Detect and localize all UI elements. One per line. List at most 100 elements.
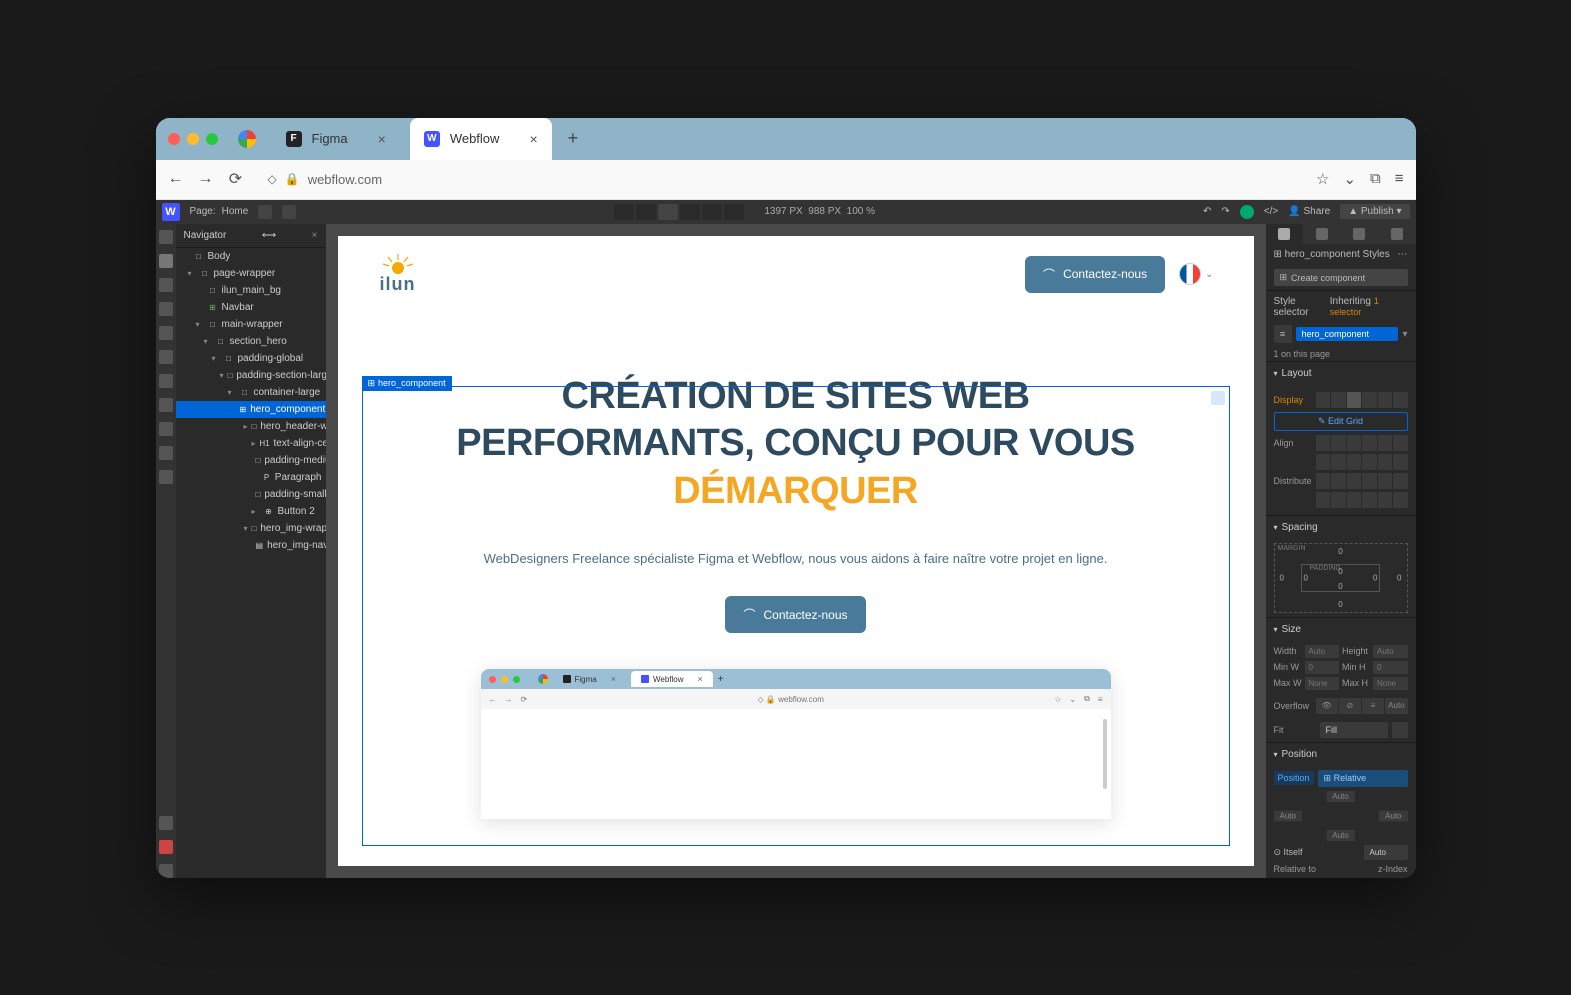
close-tab-icon[interactable]: × xyxy=(529,131,537,147)
offset-top-input[interactable]: Auto xyxy=(1326,791,1354,802)
create-component-button[interactable]: ⊞ Create component xyxy=(1274,269,1408,286)
device-desktop[interactable] xyxy=(636,204,656,220)
tree-row[interactable]: ▾□section_hero xyxy=(176,333,326,350)
justify-btn[interactable] xyxy=(1393,454,1408,470)
tab-webflow[interactable]: W Webflow × xyxy=(410,118,552,160)
justify-btn[interactable] xyxy=(1362,454,1377,470)
minh-input[interactable] xyxy=(1373,661,1408,674)
overflow-visible-button[interactable]: 👁 xyxy=(1316,698,1338,714)
grid-badge-icon[interactable] xyxy=(1211,391,1225,405)
display-inlineblock-button[interactable] xyxy=(1362,392,1377,408)
dist-btn[interactable] xyxy=(1378,473,1393,489)
close-window-button[interactable] xyxy=(168,133,180,145)
fit-position-button[interactable] xyxy=(1392,722,1408,738)
tree-row[interactable]: ▾□container-large xyxy=(176,384,326,401)
effects-tab[interactable] xyxy=(1378,224,1416,245)
redo-icon[interactable]: ↷ xyxy=(1221,206,1229,217)
comment-icon[interactable] xyxy=(258,205,272,219)
align-btn[interactable] xyxy=(1331,435,1346,451)
tree-row[interactable]: ▾□page-wrapper xyxy=(176,265,326,282)
dist-btn[interactable] xyxy=(1393,492,1408,508)
align-btn[interactable] xyxy=(1362,435,1377,451)
tree-row[interactable]: ⊞Navbar xyxy=(176,299,326,316)
position-section-header[interactable]: ▾Position xyxy=(1266,742,1416,766)
pocket-icon[interactable]: ⌄ xyxy=(1343,170,1356,188)
tree-row[interactable]: □padding-medium xyxy=(176,452,326,469)
tree-row[interactable]: ▾□padding-section-large xyxy=(176,367,326,384)
device-xl[interactable] xyxy=(614,204,634,220)
tree-row[interactable]: PParagraph xyxy=(176,469,326,486)
apps-icon[interactable] xyxy=(159,446,173,460)
close-panel-icon[interactable]: × xyxy=(312,230,318,241)
close-tab-icon[interactable]: × xyxy=(378,131,386,147)
spacing-box-model[interactable]: MARGIN PADDING 0 0 0 0 0 0 0 0 xyxy=(1274,543,1408,612)
dist-btn[interactable] xyxy=(1316,492,1331,508)
fit-select[interactable]: Fill xyxy=(1320,722,1388,738)
overflow-hidden-button[interactable]: ⊘ xyxy=(1339,698,1361,714)
video-icon[interactable] xyxy=(159,840,173,854)
more-icon[interactable]: ⋯ xyxy=(1398,249,1408,260)
cms-icon[interactable] xyxy=(159,326,173,340)
display-flex-button[interactable] xyxy=(1331,392,1346,408)
share-button[interactable]: 👤 Share xyxy=(1288,206,1330,217)
maxw-input[interactable] xyxy=(1305,677,1340,690)
display-inline-button[interactable] xyxy=(1378,392,1393,408)
dist-btn[interactable] xyxy=(1347,473,1362,489)
height-input[interactable] xyxy=(1373,645,1408,658)
justify-btn[interactable] xyxy=(1378,454,1393,470)
maximize-window-button[interactable] xyxy=(206,133,218,145)
float-select[interactable]: Auto xyxy=(1364,845,1408,860)
site-logo[interactable]: ilun xyxy=(378,254,418,295)
reload-button[interactable]: ⟳ xyxy=(228,171,244,187)
device-mobile[interactable] xyxy=(724,204,744,220)
width-input[interactable] xyxy=(1305,645,1340,658)
tree-row[interactable]: ▤hero_img-navigator xyxy=(176,537,326,554)
align-btn[interactable] xyxy=(1393,435,1408,451)
overflow-auto-button[interactable]: Auto xyxy=(1385,698,1407,714)
add-icon[interactable] xyxy=(159,230,173,244)
undo-icon[interactable]: ↶ xyxy=(1203,206,1211,217)
tree-row[interactable]: ▾□main-wrapper xyxy=(176,316,326,333)
forward-button[interactable]: → xyxy=(198,171,214,187)
position-select[interactable]: ⊞ Relative xyxy=(1318,770,1408,787)
code-icon[interactable]: </> xyxy=(1264,206,1278,217)
overflow-scroll-button[interactable]: ≡ xyxy=(1362,698,1384,714)
tree-row[interactable]: □Body xyxy=(176,248,326,265)
tree-row[interactable]: ▸⊕Button 2 xyxy=(176,503,326,520)
device-tablet[interactable] xyxy=(680,204,700,220)
tab-figma[interactable]: F Figma × xyxy=(272,118,400,160)
device-mobile-l[interactable] xyxy=(702,204,722,220)
dist-btn[interactable] xyxy=(1362,492,1377,508)
bookmark-icon[interactable]: ☆ xyxy=(1316,170,1329,188)
offset-bottom-input[interactable]: Auto xyxy=(1326,830,1354,841)
canvas-page[interactable]: ilun ⌒ Contactez-nous ⌄ xyxy=(338,236,1254,866)
dist-btn[interactable] xyxy=(1331,492,1346,508)
selection-tag[interactable]: ⊞ hero_component xyxy=(362,376,452,391)
interactions-tab[interactable] xyxy=(1341,224,1379,245)
ecommerce-icon[interactable] xyxy=(159,350,173,364)
dist-btn[interactable] xyxy=(1347,492,1362,508)
extension-icon[interactable]: ⧉ xyxy=(1370,170,1381,188)
tree-row[interactable]: ▾□padding-global xyxy=(176,350,326,367)
maxh-input[interactable] xyxy=(1373,677,1408,690)
offset-left-input[interactable]: Auto xyxy=(1274,810,1302,821)
class-chip[interactable]: hero_component xyxy=(1296,327,1399,341)
layout-section-header[interactable]: ▾Layout xyxy=(1266,361,1416,385)
dist-btn[interactable] xyxy=(1378,492,1393,508)
components-icon[interactable] xyxy=(159,302,173,316)
spacing-section-header[interactable]: ▾Spacing xyxy=(1266,515,1416,539)
align-btn[interactable] xyxy=(1347,435,1362,451)
device-base[interactable] xyxy=(658,204,678,220)
chevron-down-icon[interactable]: ▾ xyxy=(1402,329,1407,340)
minimize-window-button[interactable] xyxy=(187,133,199,145)
back-button[interactable]: ← xyxy=(168,171,184,187)
align-btn[interactable] xyxy=(1316,435,1331,451)
dist-btn[interactable] xyxy=(1331,473,1346,489)
assets-icon[interactable] xyxy=(159,398,173,412)
navigator-icon[interactable] xyxy=(159,254,173,268)
justify-btn[interactable] xyxy=(1347,454,1362,470)
edit-grid-button[interactable]: ✎ Edit Grid xyxy=(1274,412,1408,431)
offset-right-input[interactable]: Auto xyxy=(1379,810,1407,821)
pages-icon[interactable] xyxy=(159,278,173,292)
display-block-button[interactable] xyxy=(1316,392,1331,408)
